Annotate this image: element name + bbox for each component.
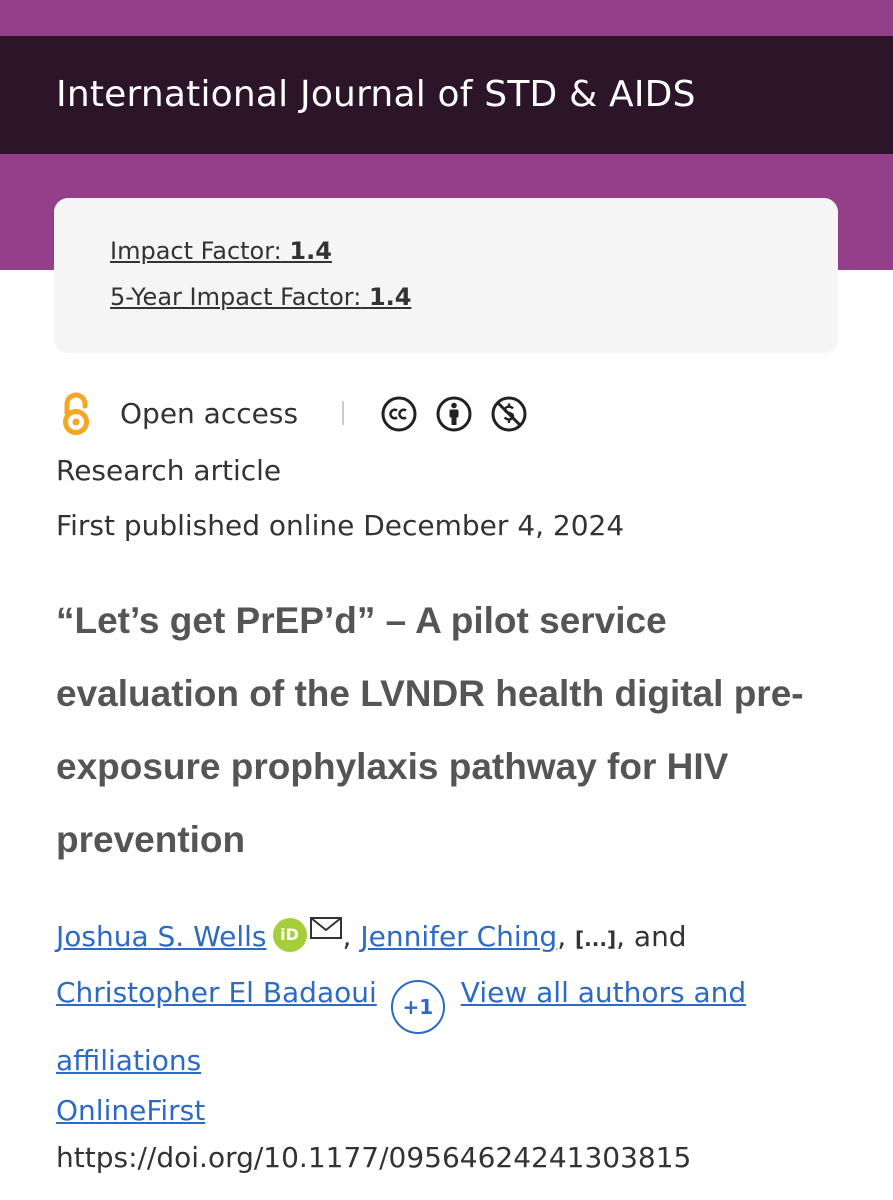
doi-link[interactable]: https://doi.org/10.1177/0956462424130381…	[56, 1140, 691, 1176]
access-row: Open access	[56, 392, 656, 436]
journal-title[interactable]: International Journal of STD & AIDS	[56, 72, 696, 118]
email-icon[interactable]	[309, 916, 343, 940]
separator: ,	[616, 920, 634, 953]
five-year-impact-factor-value: 1.4	[368, 283, 412, 311]
open-access-icon	[63, 392, 89, 435]
impact-factor-label: Impact Factor:	[110, 237, 282, 265]
author-list: Joshua S. Wells iD, Jennifer Ching, [...]…	[56, 910, 846, 1087]
creative-commons-icon[interactable]	[381, 396, 417, 432]
attribution-icon[interactable]	[436, 396, 472, 432]
top-band	[0, 0, 893, 36]
authors-and: and	[633, 920, 687, 953]
authors-ellipsis[interactable]: [...]	[575, 927, 616, 951]
divider	[342, 401, 344, 425]
impact-factor-link[interactable]: Impact Factor: 1.4	[110, 236, 332, 266]
non-commercial-icon[interactable]	[491, 396, 527, 432]
publication-date: First published online December 4, 2024	[56, 509, 625, 542]
online-first-link[interactable]: OnlineFirst	[56, 1093, 205, 1129]
open-access-label: Open access	[120, 397, 299, 430]
separator: ,	[557, 920, 576, 953]
article-type: Research article	[56, 454, 282, 487]
separator: ,	[342, 920, 361, 953]
author-link[interactable]: Joshua S. Wells	[56, 920, 267, 953]
impact-factor-value: 1.4	[289, 237, 332, 265]
author-link[interactable]: Jennifer Ching	[360, 920, 557, 953]
article-title: “Let’s get PrEP’d” – A pilot service eva…	[56, 600, 804, 860]
author-link[interactable]: Christopher El Badaoui	[56, 976, 377, 1009]
five-year-impact-factor-label: 5-Year Impact Factor:	[110, 283, 362, 311]
metrics-card: Impact Factor: 1.4 5-Year Impact Factor:…	[54, 198, 838, 353]
orcid-icon[interactable]: iD	[272, 918, 307, 952]
five-year-impact-factor-link[interactable]: 5-Year Impact Factor: 1.4	[110, 282, 411, 312]
more-authors-button[interactable]: +1	[390, 980, 445, 1034]
